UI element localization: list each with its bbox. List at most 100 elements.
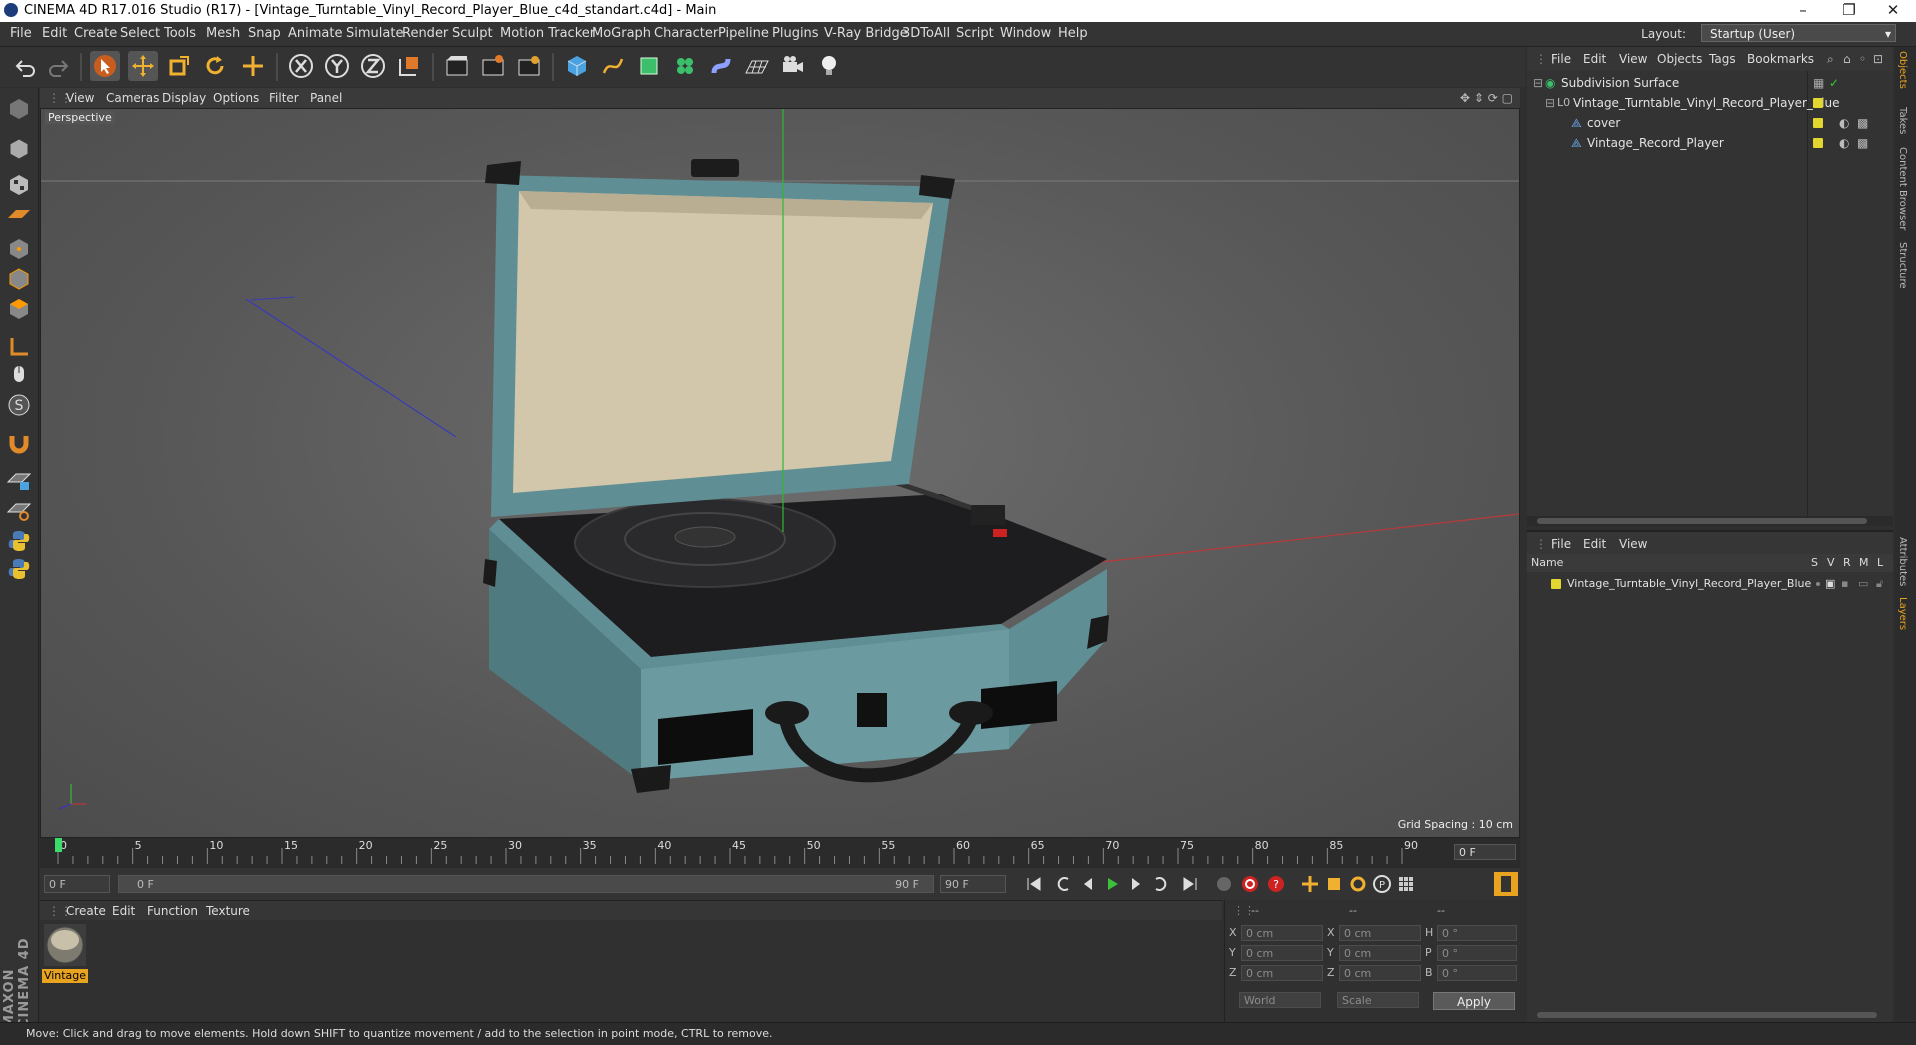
menu-file[interactable]: File [10,26,32,41]
maximize-button[interactable]: ❐ [1826,0,1872,22]
size-y-field[interactable]: 0 cm [1339,945,1421,961]
enabled-check-icon[interactable]: ✓ [1829,76,1839,90]
preview-range-slider[interactable]: 0 F 90 F [118,875,934,893]
menu-motion-tracker[interactable]: Motion Tracker [500,26,595,41]
pos-x-field[interactable]: 0 cm [1241,925,1323,941]
obj-menu-tags[interactable]: Tags [1709,52,1736,66]
polygons-mode-icon[interactable] [4,294,34,324]
home-icon[interactable]: ⌂ [1843,52,1851,66]
z-axis-icon[interactable] [358,51,388,81]
scale-icon[interactable] [164,51,194,81]
menu-mesh[interactable]: Mesh [206,26,240,41]
y-axis-icon[interactable] [322,51,352,81]
pos-y-field[interactable]: 0 cm [1241,945,1323,961]
layer-manager-scrollbar[interactable] [1537,1012,1877,1018]
render-toggle-icon[interactable]: ▪ [1841,577,1848,590]
collapse-icon[interactable]: ⊟ [1545,96,1555,110]
object-name[interactable]: Subdivision Surface [1561,76,1679,90]
tab-objects[interactable]: Objects [1897,51,1908,89]
layer-color-swatch[interactable] [1813,98,1823,108]
layer-menu-edit[interactable]: Edit [1583,537,1606,551]
autokey-help-icon[interactable]: ? [1264,872,1288,896]
tweak-mode-icon[interactable] [4,360,34,390]
menu-create[interactable]: Create [74,26,117,41]
3d-viewport[interactable]: Perspective Grid Spacing: 10 cm [40,108,1520,838]
minimize-button[interactable]: – [1780,0,1826,22]
layer-color-swatch[interactable] [1551,579,1561,589]
manager-toggle-icon[interactable]: ▭ [1858,577,1868,590]
rot-h-field[interactable]: 0 ° [1437,925,1517,941]
current-frame-field[interactable]: 0 F [1454,844,1516,860]
solo-toggle-icon[interactable] [1816,582,1820,586]
go-to-end-icon[interactable] [1178,872,1202,896]
python-icon-2[interactable] [4,554,34,584]
vp-menu-display[interactable]: Display [162,91,206,105]
x-axis-icon[interactable] [286,51,316,81]
floor-icon[interactable] [742,51,772,81]
size-mode-dropdown[interactable]: Scale [1337,992,1419,1008]
menu-vray-bridge[interactable]: V-Ray Bridge [824,26,908,41]
close-button[interactable]: ✕ [1870,0,1916,22]
texture-mode-icon[interactable] [4,170,34,200]
vp-menu-filter[interactable]: Filter [269,91,299,105]
object-row[interactable]: ⊟ ◉ Subdivision Surface ▦ ✓ [1527,73,1893,93]
tab-takes[interactable]: Takes [1897,107,1908,134]
menu-script[interactable]: Script [956,26,994,41]
snapping-icon[interactable]: S [4,390,34,420]
key-rotation-icon[interactable] [1346,872,1370,896]
new-view-icon[interactable]: ◦ [1859,52,1866,66]
vp-menu-cameras[interactable]: Cameras [106,91,159,105]
go-to-start-icon[interactable] [1022,872,1046,896]
obj-menu-bookmarks[interactable]: Bookmarks [1747,52,1814,66]
coord-system-dropdown[interactable]: World [1239,992,1321,1008]
pos-z-field[interactable]: 0 cm [1241,965,1323,981]
maximize-panel-icon[interactable]: ⊡ [1873,52,1883,66]
previous-keyframe-icon[interactable] [1052,872,1076,896]
viewport-nav-icons[interactable]: ✥ ⇕ ⟳ ▢ [1460,91,1513,105]
points-mode-icon[interactable] [4,234,34,264]
play-icon[interactable] [1100,872,1124,896]
axis-mode-icon[interactable] [4,332,34,362]
record-active-icon[interactable] [1238,872,1262,896]
vp-menu-view[interactable]: View [66,91,94,105]
layer-row[interactable]: Vintage_Turntable_Vinyl_Record_Player_Bl… [1527,574,1893,594]
vp-menu-options[interactable]: Options [213,91,259,105]
menu-character[interactable]: Character [654,26,718,41]
layer-menu-file[interactable]: File [1551,537,1571,551]
object-name[interactable]: Vintage_Record_Player [1587,136,1724,150]
obj-menu-file[interactable]: File [1551,52,1571,66]
previous-frame-icon[interactable] [1076,872,1100,896]
menu-animate[interactable]: Animate [288,26,342,41]
start-frame-field[interactable]: 0 F [44,875,110,893]
camera-icon[interactable] [778,51,808,81]
key-parameter-icon[interactable]: P [1370,872,1394,896]
undo-icon[interactable] [10,51,40,81]
layer-check-icon[interactable]: ▦ [1813,76,1824,90]
next-keyframe-icon[interactable] [1148,872,1172,896]
size-z-field[interactable]: 0 cm [1339,965,1421,981]
menu-mograph[interactable]: MoGraph [592,26,651,41]
edges-mode-icon[interactable] [4,264,34,294]
key-pla-icon[interactable] [1394,872,1418,896]
material-name-label[interactable]: Vintage [42,969,88,983]
tab-attributes[interactable]: Attributes [1897,537,1908,586]
menu-window[interactable]: Window [1000,26,1051,41]
edit-render-settings-icon[interactable] [514,51,544,81]
material-tag-icon[interactable]: ◐ [1839,116,1849,130]
collapse-icon[interactable]: ⊟ [1533,76,1543,90]
select-arrow-icon[interactable] [90,51,120,81]
layout-dropdown[interactable]: Startup (User) ▾ [1701,24,1896,42]
move-icon[interactable] [128,51,158,81]
layer-color-swatch[interactable] [1813,138,1823,148]
size-x-field[interactable]: 0 cm [1339,925,1421,941]
mat-menu-create[interactable]: Create [66,904,106,918]
cube-icon[interactable] [562,51,592,81]
rotate-icon[interactable] [200,51,230,81]
object-manager-scrollbar[interactable] [1527,516,1893,526]
make-editable-icon[interactable] [4,94,34,124]
obj-menu-objects[interactable]: Objects [1657,52,1702,66]
layer-menu-view[interactable]: View [1619,537,1647,551]
menu-pipeline[interactable]: Pipeline [718,26,769,41]
timeline-window-icon[interactable] [1494,872,1518,896]
tab-structure[interactable]: Structure [1897,242,1908,289]
